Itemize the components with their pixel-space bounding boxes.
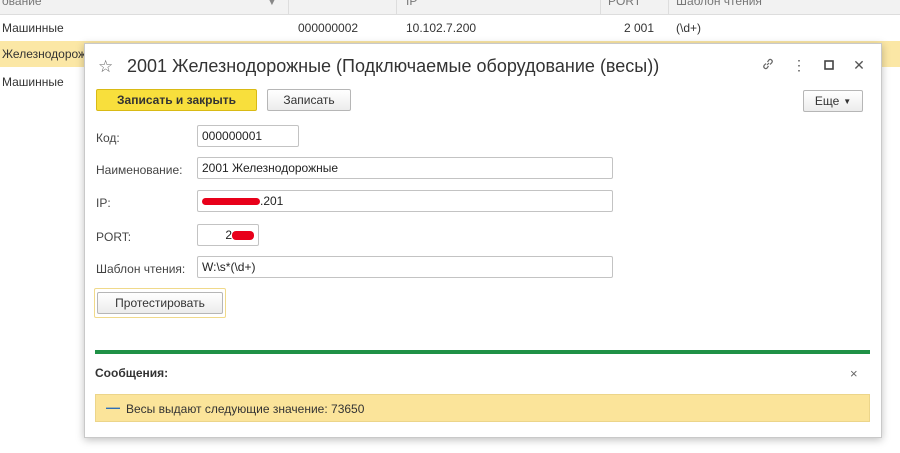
column-separator [668,0,669,14]
column-header-port[interactable]: PORT [608,0,641,8]
close-icon[interactable]: × [850,366,858,381]
code-field[interactable]: 000000001 [197,125,299,147]
column-header-template[interactable]: Шаблон чтения [676,0,762,8]
ip-label: IP: [96,196,111,210]
port-field[interactable]: 2 [197,224,259,246]
column-separator [288,0,289,14]
dash-icon: — [106,399,120,415]
star-icon[interactable]: ☆ [98,57,113,77]
dialog-title: 2001 Железнодорожные (Подключаемые обору… [127,56,660,76]
ip-value: .201 [260,194,284,208]
name-field[interactable]: 2001 Железнодорожные [197,157,613,179]
template-label: Шаблон чтения: [96,262,186,276]
table-row[interactable]: Машинные 000000002 10.102.7.200 2 001 (\… [0,15,900,41]
row-code: 000000002 [298,21,359,35]
row-template: (\d+) [676,21,702,35]
link-icon[interactable] [760,57,776,74]
more-button-label: Еще [814,94,840,108]
row-name: Машинные [2,75,64,89]
redaction-mark [232,231,254,241]
dialog-title-bar: ☆ 2001 Железнодорожные (Подключаемые обо… [85,44,881,88]
template-field[interactable]: W:\s*(\d+) [197,256,613,278]
save-button[interactable]: Записать [267,89,351,111]
test-button-focus-ring: Протестировать [94,288,226,318]
messages-title: Сообщения: [95,366,169,380]
row-name: Машинные [2,21,64,35]
save-and-close-button[interactable]: Записать и закрыть [96,89,257,111]
test-button[interactable]: Протестировать [97,292,223,314]
message-item[interactable]: — Весы выдают следующие значение: 73650 [95,394,870,422]
maximize-icon[interactable] [821,57,837,73]
sort-arrow-icon[interactable]: ▼ [266,0,278,8]
column-separator [600,0,601,14]
column-separator [396,0,397,14]
port-label: PORT: [96,230,132,244]
more-vertical-icon[interactable]: ⋮ [791,57,807,74]
port-value: 2 [225,228,232,242]
redaction-mark [202,198,260,206]
progress-bar [95,350,870,354]
column-header-name[interactable]: ование [2,0,42,8]
chevron-down-icon: ▼ [843,96,852,106]
close-icon[interactable]: ✕ [851,57,867,74]
row-ip: 10.102.7.200 [406,21,477,35]
code-label: Код: [96,131,120,145]
message-text: Весы выдают следующие значение: 73650 [126,402,365,416]
more-button[interactable]: Еще ▼ [803,90,863,112]
edit-dialog: ☆ 2001 Железнодорожные (Подключаемые обо… [84,43,882,438]
row-name: Железнодорож [2,47,87,61]
name-label: Наименование: [96,163,183,177]
column-header-ip[interactable]: IP [406,0,417,8]
list-header: ование ▼ IP PORT Шаблон чтения [0,0,900,15]
row-port: 2 001 [624,21,655,35]
ip-field[interactable]: .201 [197,190,613,212]
